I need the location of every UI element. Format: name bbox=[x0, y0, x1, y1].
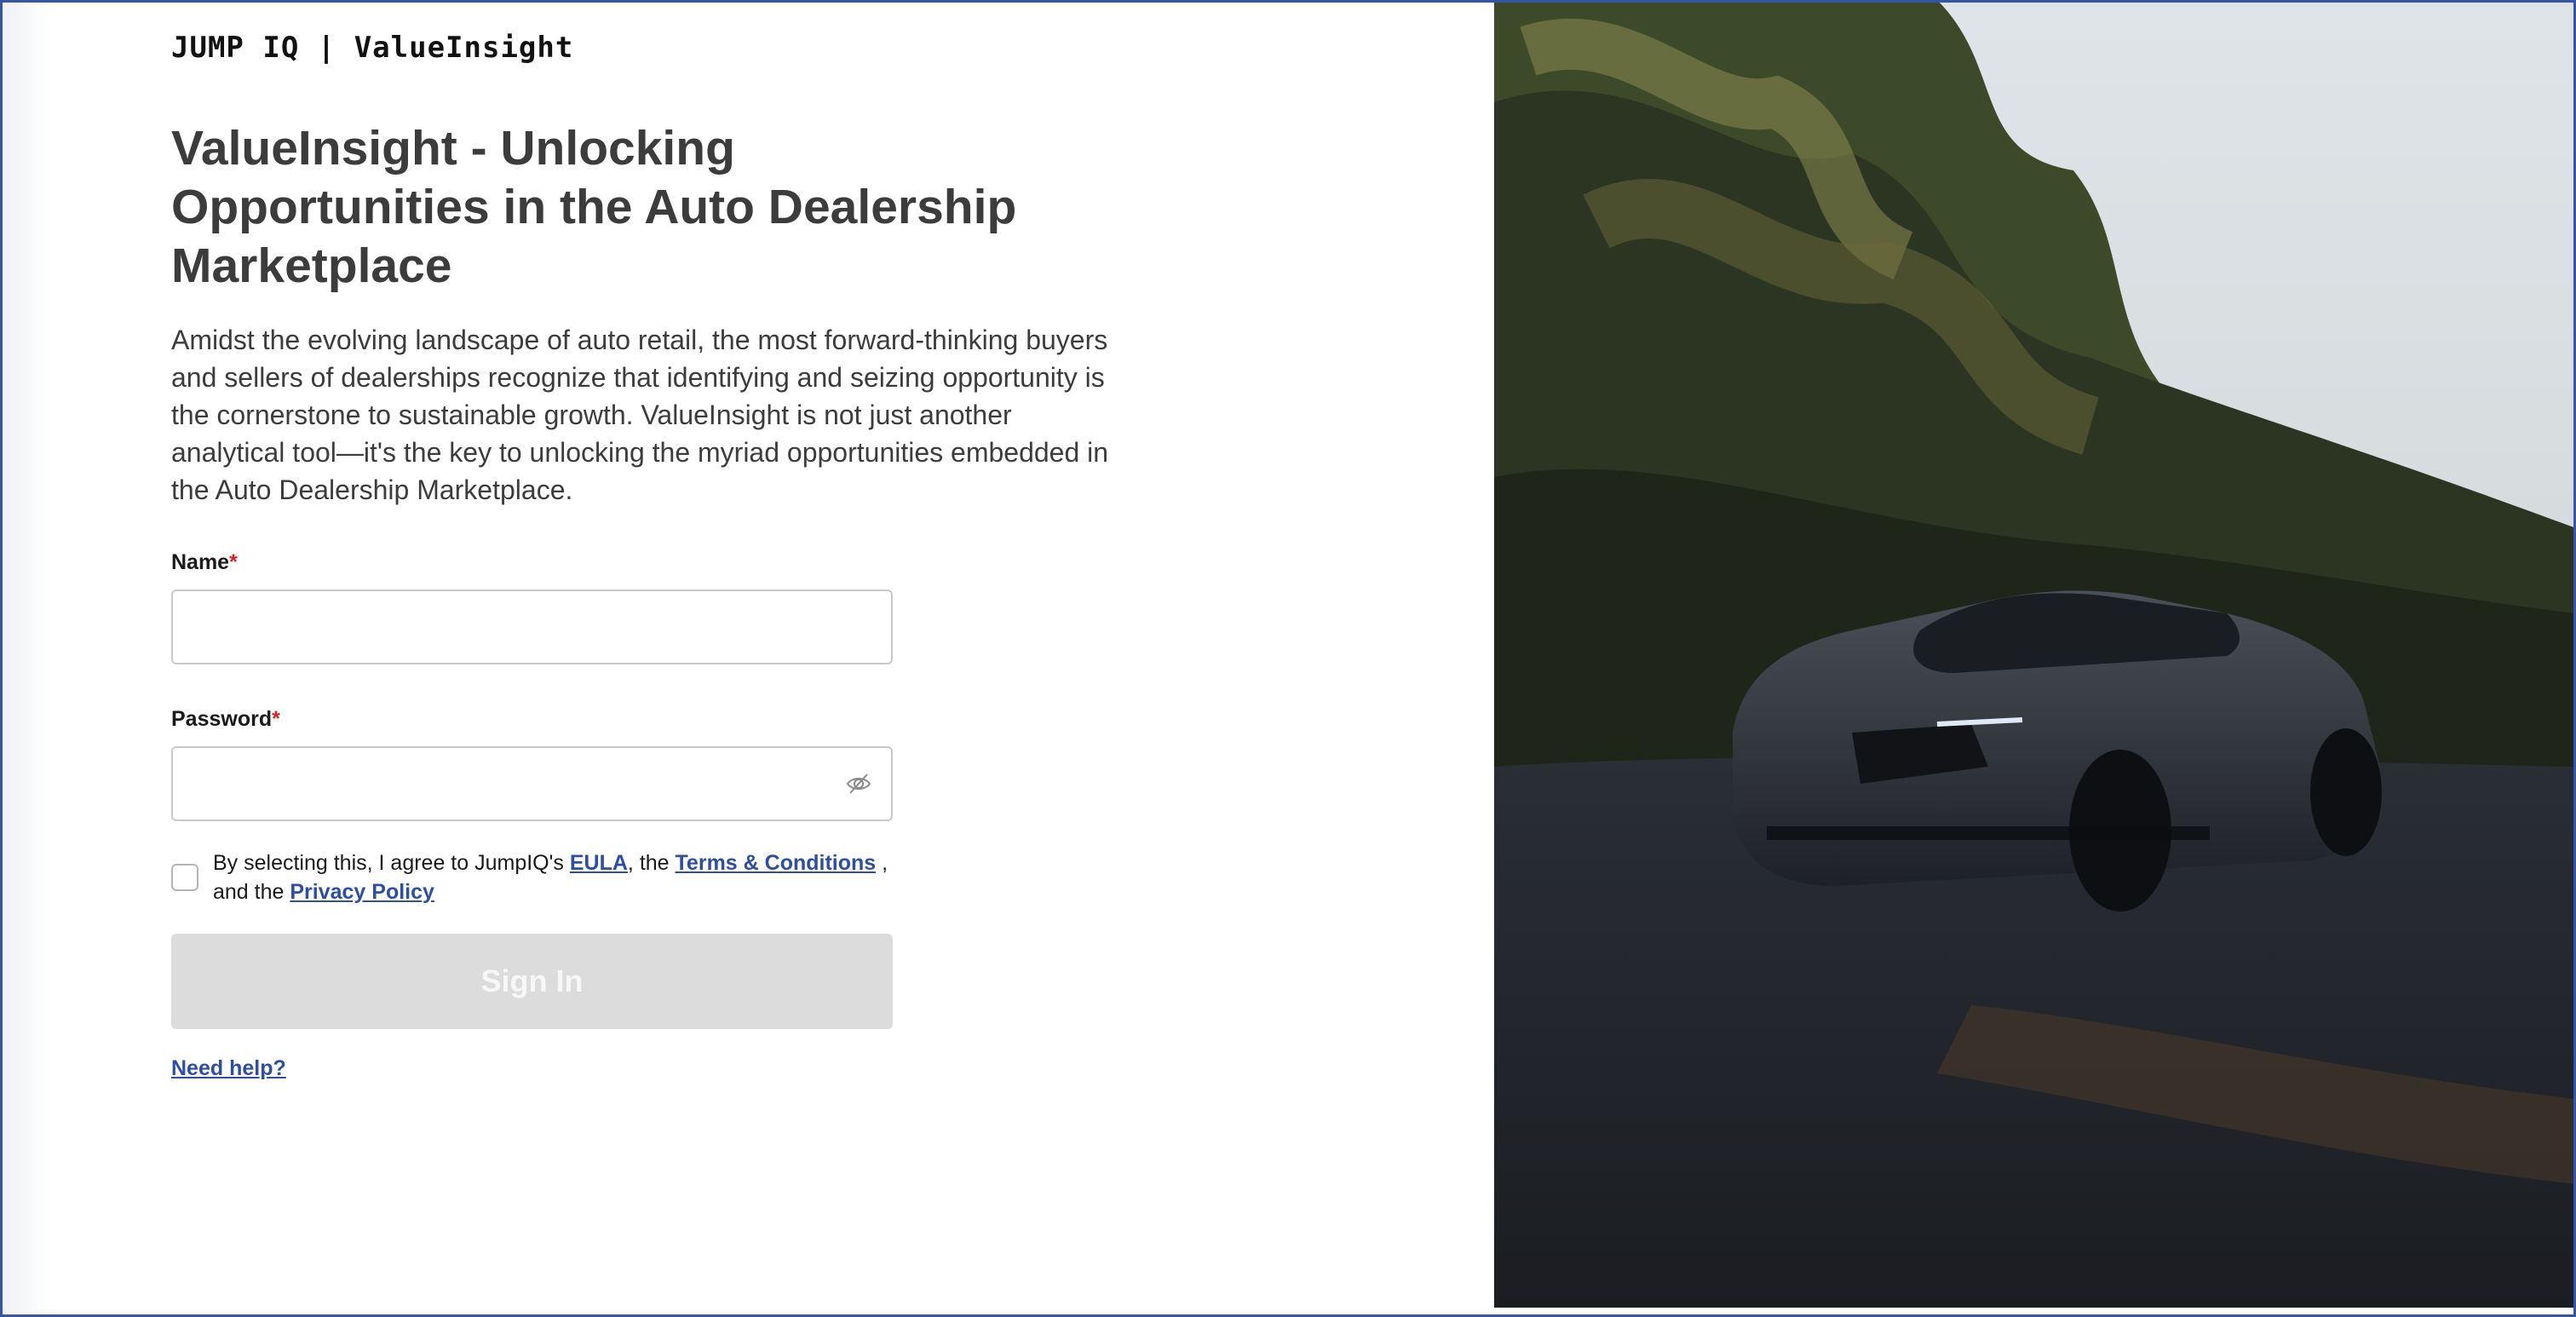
page-title: ValueInsight - Unlocking Opportunities i… bbox=[171, 121, 1017, 293]
intro-paragraph: Amidst the evolving landscape of auto re… bbox=[171, 325, 1109, 505]
password-field[interactable] bbox=[171, 746, 893, 821]
need-help-link[interactable]: Need help? bbox=[171, 1056, 286, 1081]
name-field[interactable] bbox=[171, 589, 893, 664]
eye-off-icon[interactable] bbox=[845, 770, 872, 797]
consent-text: By selecting this, I agree to JumpIQ's E… bbox=[213, 848, 920, 906]
required-mark: * bbox=[229, 550, 238, 574]
name-label-text: Name bbox=[171, 550, 230, 574]
terms-link[interactable]: Terms & Conditions bbox=[676, 851, 877, 875]
password-label-text: Password bbox=[171, 707, 273, 731]
sign-in-button[interactable]: Sign In bbox=[171, 934, 893, 1029]
login-panel: JUMP IQ | ValueInsight ValueInsight - Un… bbox=[0, 0, 1494, 1317]
name-label: Name* bbox=[171, 550, 238, 575]
consent-prefix: By selecting this, I agree to JumpIQ's bbox=[213, 851, 570, 875]
eula-link[interactable]: EULA bbox=[570, 851, 628, 875]
brand-logo: JUMP IQ | ValueInsight bbox=[171, 31, 574, 65]
consent-mid-1: , the bbox=[627, 851, 676, 875]
consent-checkbox[interactable] bbox=[171, 864, 198, 891]
car-photo bbox=[1494, 0, 2576, 1308]
car-photo-illustration bbox=[1494, 0, 2576, 1308]
required-mark: * bbox=[272, 707, 280, 731]
password-label: Password* bbox=[171, 707, 280, 732]
privacy-link[interactable]: Privacy Policy bbox=[290, 880, 434, 904]
